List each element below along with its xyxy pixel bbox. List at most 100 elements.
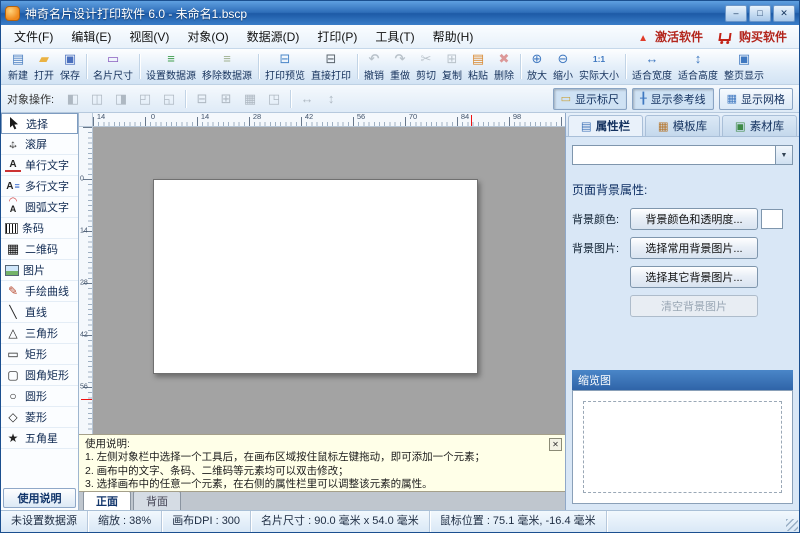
fit-page-button[interactable]: 整页显示 [721,50,767,83]
tab-back-side[interactable]: 背面 [133,491,181,510]
bg-image-label: 背景图片: [572,243,620,255]
open-file-icon [39,51,49,67]
design-canvas[interactable] [93,127,565,434]
undo-button[interactable]: 撤销 [361,50,387,83]
bg-image-other-row: 选择其它背景图片... [572,266,793,288]
align-left-icon[interactable] [62,89,84,109]
zoom-in-button[interactable]: 放大 [524,50,550,83]
distribute-v-icon[interactable] [320,89,342,109]
open-button[interactable]: 打开 [31,50,57,83]
redo-button[interactable]: 重做 [387,50,413,83]
templates-icon [658,119,669,133]
tool-diamond-label: 菱形 [25,412,47,424]
hruler-label: 56 [356,113,366,121]
equal-height-icon[interactable] [215,89,237,109]
tool-rounded-rectangle[interactable]: 圆角矩形 [1,365,78,386]
menu-file[interactable]: 文件(F) [5,26,62,48]
equal-width-icon[interactable] [191,89,213,109]
tool-arc-text[interactable]: 圆弧文字 [1,197,78,218]
bg-color-swatch[interactable] [761,209,783,229]
remove-datasource-button[interactable]: 移除数据源 [199,50,255,83]
bg-color-row: 背景颜色: 背景颜色和透明度... [572,208,793,230]
tool-image-label: 图片 [23,265,45,277]
maximize-icon[interactable]: □ [749,4,771,22]
tool-pan[interactable]: 滚屏 [1,134,78,155]
menu-object[interactable]: 对象(O) [178,26,237,48]
new-button[interactable]: 新建 [5,50,31,83]
resize-grip[interactable] [786,519,798,531]
tab-properties[interactable]: 属性栏 [568,115,643,136]
canvas-area: 14 0 14 28 42 56 70 84 98 0 14 28 42 56 … [79,113,565,510]
align-top-icon[interactable] [134,89,156,109]
cut-button[interactable]: 剪切 [413,50,439,83]
align-bottom-icon[interactable] [158,89,180,109]
menu-help[interactable]: 帮助(H) [424,26,483,48]
tool-qrcode[interactable]: 二维码 [1,239,78,260]
tool-rectangle[interactable]: 矩形 [1,344,78,365]
equal-size-icon[interactable] [239,89,261,109]
tool-barcode-label: 条码 [22,223,44,235]
menu-edit[interactable]: 编辑(E) [62,26,120,48]
tool-single-line-text[interactable]: 单行文字 [1,155,78,176]
menu-print[interactable]: 打印(P) [308,26,366,48]
show-guides-toggle[interactable]: 显示参考线 [631,87,714,110]
tool-freehand[interactable]: 手绘曲线 [1,281,78,302]
note-close-icon[interactable]: ✕ [549,438,562,451]
tool-barcode[interactable]: 条码 [1,218,78,239]
menu-datasource[interactable]: 数据源(D) [238,26,309,48]
copy-button[interactable]: 复制 [439,50,465,83]
object-select-dropdown[interactable] [572,145,793,165]
tab-assets[interactable]: 素材库 [722,115,797,136]
fit-width-button[interactable]: 适合宽度 [629,50,675,83]
titlebar: 神奇名片设计打印软件 6.0 - 未命名1.bscp – □ ✕ [1,1,799,25]
thumbnail-preview[interactable] [572,390,793,504]
horizontal-ruler[interactable]: 14 0 14 28 42 56 70 84 98 [93,113,565,127]
chevron-down-icon[interactable] [775,146,792,164]
save-icon [64,51,76,67]
zoom-out-button[interactable]: 缩小 [550,50,576,83]
close-icon[interactable]: ✕ [773,4,795,22]
minimize-icon[interactable]: – [725,4,747,22]
rectangle-icon [5,347,21,361]
tool-triangle[interactable]: 三角形 [1,323,78,344]
vertical-ruler[interactable]: 0 14 28 42 56 [79,127,93,434]
tool-line[interactable]: 直线 [1,302,78,323]
tool-select[interactable]: 选择 [1,113,78,134]
show-rulers-toggle[interactable]: 显示标尺 [552,87,627,110]
save-button[interactable]: 保存 [57,50,83,83]
bg-color-button[interactable]: 背景颜色和透明度... [630,208,758,230]
fit-height-button[interactable]: 适合高度 [675,50,721,83]
undo-label: 撤销 [364,71,384,82]
vruler-label: 0 [80,175,84,183]
business-card-page[interactable] [153,179,478,374]
distribute-h-icon[interactable] [296,89,318,109]
usage-help-button[interactable]: 使用说明 [3,488,76,508]
page-background-section-title: 页面背景属性: [572,183,648,197]
menu-view[interactable]: 视图(V) [120,26,178,48]
card-size-button[interactable]: 名片尺寸 [90,50,136,83]
delete-button[interactable]: 删除 [491,50,517,83]
paste-button[interactable]: 粘贴 [465,50,491,83]
canvas-middle-row: 0 14 28 42 56 [79,127,565,434]
align-center-icon[interactable] [86,89,108,109]
tool-circle[interactable]: 圆形 [1,386,78,407]
grid-icon [727,92,737,105]
bg-image-common-button[interactable]: 选择常用背景图片... [630,237,758,259]
set-datasource-button[interactable]: 设置数据源 [143,50,199,83]
activate-software-link[interactable]: 激活软件 [630,28,711,45]
tool-diamond[interactable]: 菱形 [1,407,78,428]
bg-image-other-button[interactable]: 选择其它背景图片... [630,266,758,288]
print-button[interactable]: 直接打印 [308,50,354,83]
align-right-icon[interactable] [110,89,132,109]
menu-tools[interactable]: 工具(T) [366,26,423,48]
tool-image[interactable]: 图片 [1,260,78,281]
same-spacing-icon[interactable] [263,89,285,109]
actual-size-button[interactable]: 实际大小 [576,50,622,83]
buy-software-link[interactable]: 购买软件 [711,28,795,45]
tab-front-side[interactable]: 正面 [83,491,131,510]
tool-multi-line-text[interactable]: 多行文字 [1,176,78,197]
tab-templates[interactable]: 模板库 [645,115,720,136]
show-grid-toggle[interactable]: 显示网格 [718,87,793,110]
print-preview-button[interactable]: 打印预览 [262,50,308,83]
tool-star[interactable]: 五角星 [1,428,78,449]
